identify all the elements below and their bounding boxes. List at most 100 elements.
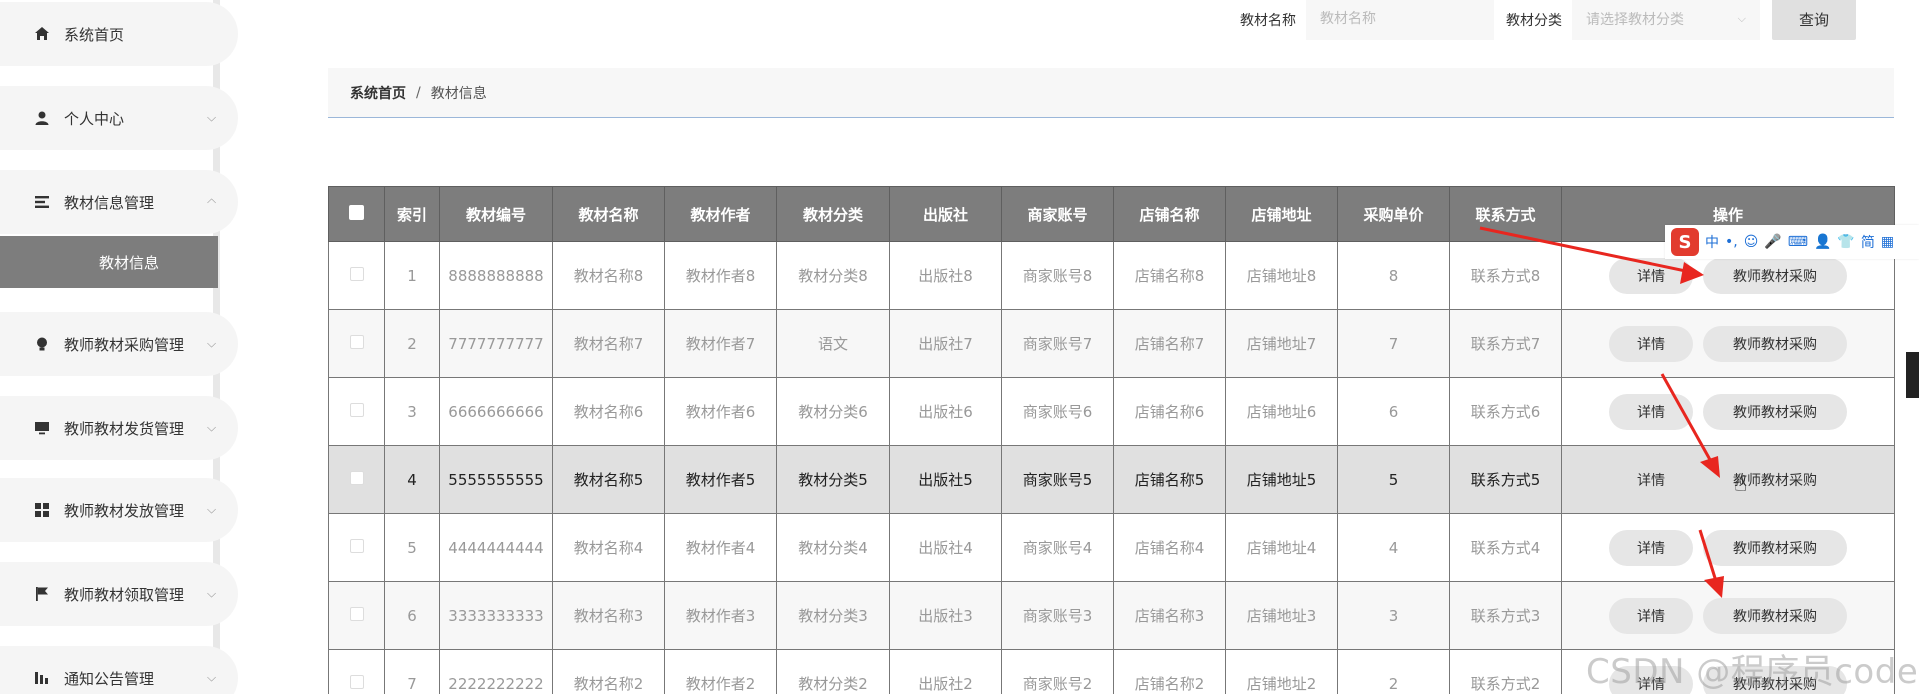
teacher-purchase-button[interactable]: 教师教材采购 bbox=[1703, 462, 1847, 498]
table-cell: 教材名称3 bbox=[552, 581, 665, 650]
ime-toolbar[interactable]: S 中 •, ☺ 🎤 ⌨ 👤 👕 简 ▦ bbox=[1665, 225, 1919, 259]
table-cell: 店铺名称5 bbox=[1113, 445, 1226, 514]
detail-button[interactable]: 详情 bbox=[1609, 257, 1693, 294]
table-cell: 教材分类5 bbox=[776, 445, 890, 514]
sidebar-item-home[interactable]: 系统首页 bbox=[0, 2, 238, 66]
table-cell: 店铺地址4 bbox=[1225, 513, 1338, 582]
flag-icon bbox=[34, 586, 50, 602]
table-cell: 3333333333 bbox=[439, 581, 553, 650]
sidebar-item-teacher-distribution-management[interactable]: 教师教材发放管理 ⌵ bbox=[0, 478, 238, 542]
table-cell: 教材名称6 bbox=[552, 377, 665, 446]
ime-item[interactable]: •, bbox=[1725, 234, 1738, 250]
table-cell: 2 bbox=[384, 309, 440, 378]
table-row: 1 8888888888 教材名称8 教材作者8 教材分类8 出版社8 商家账号8 店铺名称8… bbox=[328, 241, 1895, 310]
detail-button[interactable]: 详情 bbox=[1609, 325, 1693, 362]
breadcrumb-current: 教材信息 bbox=[430, 85, 487, 102]
sogou-logo-icon: S bbox=[1671, 228, 1699, 256]
teacher-purchase-button[interactable]: 教师教材采购 bbox=[1703, 325, 1847, 362]
table-cell: 出版社6 bbox=[889, 377, 1002, 446]
breadcrumb-home-link[interactable]: 系统首页 bbox=[350, 83, 406, 103]
search-bar: 教材名称 教材分类 请选择教材分类 ⌵ 查询 bbox=[1240, 0, 1856, 40]
table-cell: 语文 bbox=[776, 309, 890, 378]
sidebar-subitem-textbook-info[interactable]: 教材信息 bbox=[0, 236, 218, 288]
row-checkbox[interactable] bbox=[349, 402, 364, 417]
textbook-name-input[interactable] bbox=[1306, 0, 1494, 40]
table-cell: 出版社4 bbox=[889, 513, 1002, 582]
ime-item[interactable]: 简 bbox=[1861, 232, 1875, 252]
column-header: 教材作者 bbox=[664, 186, 777, 242]
detail-button[interactable]: 详情 bbox=[1609, 597, 1693, 634]
table-cell: 2222222222 bbox=[439, 649, 553, 694]
grid-icon bbox=[34, 502, 50, 518]
table-cell: 教材分类2 bbox=[776, 649, 890, 694]
operation-cell: 详情 教师教材采购 bbox=[1561, 377, 1895, 446]
table-cell: 教材名称2 bbox=[552, 649, 665, 694]
table-cell: 店铺名称6 bbox=[1113, 377, 1226, 446]
teacher-purchase-button[interactable]: 教师教材采购 bbox=[1703, 257, 1847, 294]
ime-item[interactable]: 👕 bbox=[1837, 234, 1854, 250]
table-cell: 出版社8 bbox=[889, 241, 1002, 310]
sidebar-item-personal-center[interactable]: 个人中心 ⌵ bbox=[0, 86, 238, 150]
textbook-category-select[interactable]: 请选择教材分类 ⌵ bbox=[1572, 0, 1760, 40]
table-cell: 联系方式4 bbox=[1449, 513, 1562, 582]
query-button[interactable]: 查询 bbox=[1772, 0, 1856, 40]
row-select-cell bbox=[328, 513, 385, 582]
sidebar-item-teacher-receive-management[interactable]: 教师教材领取管理 ⌵ bbox=[0, 562, 238, 626]
ime-item[interactable]: 中 bbox=[1705, 232, 1719, 252]
ime-item[interactable]: ☺ bbox=[1744, 234, 1759, 250]
table-cell: 店铺名称3 bbox=[1113, 581, 1226, 650]
row-checkbox[interactable] bbox=[349, 266, 364, 281]
row-select-cell bbox=[328, 377, 385, 446]
detail-button[interactable]: 详情 bbox=[1609, 393, 1693, 430]
table-cell: 3 bbox=[384, 377, 440, 446]
table-cell: 教材作者7 bbox=[664, 309, 777, 378]
table-cell: 5 bbox=[1337, 445, 1450, 514]
ime-item[interactable]: ⌨ bbox=[1788, 234, 1808, 250]
sidebar-item-teacher-shipping-management[interactable]: 教师教材发货管理 ⌵ bbox=[0, 396, 238, 460]
row-checkbox[interactable] bbox=[349, 674, 364, 689]
ime-item[interactable]: 👤 bbox=[1814, 234, 1831, 250]
table-cell: 商家账号5 bbox=[1001, 445, 1114, 514]
monitor-icon bbox=[34, 420, 50, 436]
teacher-purchase-button[interactable]: 教师教材采购 bbox=[1703, 393, 1847, 430]
teacher-purchase-button[interactable]: 教师教材采购 bbox=[1703, 597, 1847, 634]
row-select-cell bbox=[328, 649, 385, 694]
table-cell: 教材作者2 bbox=[664, 649, 777, 694]
table-cell: 3 bbox=[1337, 581, 1450, 650]
table-cell: 商家账号7 bbox=[1001, 309, 1114, 378]
table-cell: 8 bbox=[1337, 241, 1450, 310]
table-cell: 8888888888 bbox=[439, 241, 553, 310]
select-all-checkbox[interactable] bbox=[349, 204, 364, 220]
table-cell: 4444444444 bbox=[439, 513, 553, 582]
table-cell: 7 bbox=[1337, 309, 1450, 378]
breadcrumb: 系统首页 / 教材信息 bbox=[328, 68, 1894, 118]
row-checkbox[interactable] bbox=[349, 606, 364, 621]
sidebar-item-label: 教材信息管理 bbox=[64, 193, 155, 212]
column-header: 教材名称 bbox=[552, 186, 665, 242]
row-checkbox[interactable] bbox=[349, 538, 364, 553]
sidebar-item-notice-management[interactable]: 通知公告管理 ⌵ bbox=[0, 646, 238, 694]
ime-item[interactable]: ▦ bbox=[1881, 234, 1894, 250]
select-all-header[interactable] bbox=[328, 186, 385, 242]
table-cell: 联系方式8 bbox=[1449, 241, 1562, 310]
row-checkbox[interactable] bbox=[349, 470, 364, 485]
ime-item[interactable]: 🎤 bbox=[1764, 234, 1781, 250]
sidebar-item-label: 通知公告管理 bbox=[64, 669, 155, 688]
table-cell: 教材名称5 bbox=[552, 445, 665, 514]
sidebar-item-teacher-purchase-management[interactable]: 教师教材采购管理 ⌵ bbox=[0, 312, 238, 376]
column-header: 出版社 bbox=[889, 186, 1002, 242]
table-cell: 6 bbox=[384, 581, 440, 650]
table-cell: 商家账号8 bbox=[1001, 241, 1114, 310]
row-select-cell bbox=[328, 445, 385, 514]
teacher-purchase-button[interactable]: 教师教材采购 bbox=[1703, 529, 1847, 566]
table-cell: 店铺地址7 bbox=[1225, 309, 1338, 378]
column-header: 商家账号 bbox=[1001, 186, 1114, 242]
bulb-icon bbox=[34, 336, 50, 352]
row-checkbox[interactable] bbox=[349, 334, 364, 349]
sidebar-item-textbook-info-management[interactable]: 教材信息管理 ⌵ bbox=[0, 170, 238, 234]
table-cell: 商家账号4 bbox=[1001, 513, 1114, 582]
detail-button[interactable]: 详情 bbox=[1609, 529, 1693, 566]
row-select-cell bbox=[328, 241, 385, 310]
detail-button[interactable]: 详情 bbox=[1609, 462, 1693, 498]
collapse-side-tab[interactable] bbox=[1906, 352, 1919, 398]
